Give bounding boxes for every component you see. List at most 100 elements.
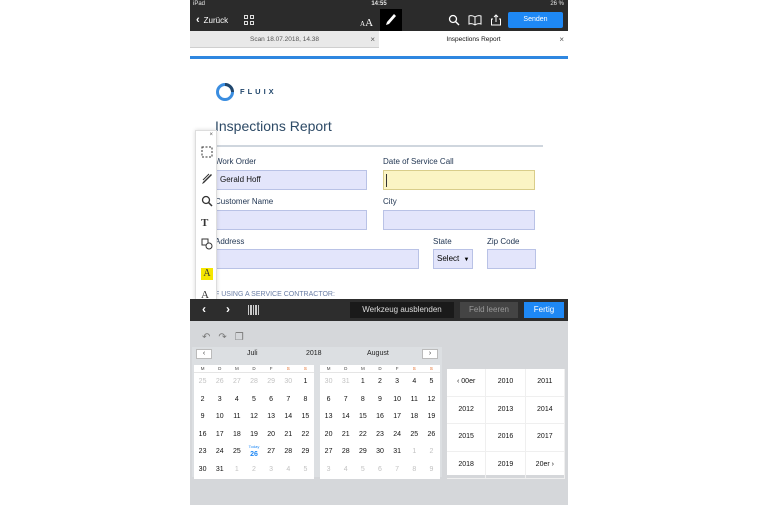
year-cell[interactable]: 2017 xyxy=(525,424,565,452)
day-cell-today[interactable]: Today 26 xyxy=(245,443,262,461)
day-cell[interactable]: 6 xyxy=(320,391,337,409)
day-cell[interactable]: 16 xyxy=(194,426,211,444)
day-cell[interactable]: 1 xyxy=(354,373,371,391)
text-size-button[interactable]: AA xyxy=(360,13,373,31)
day-cell[interactable]: 13 xyxy=(320,408,337,426)
city-field[interactable] xyxy=(383,210,535,230)
day-cell[interactable]: 18 xyxy=(406,408,423,426)
state-select[interactable]: Select ▼ xyxy=(433,249,473,269)
day-cell[interactable]: 8 xyxy=(297,391,314,409)
book-icon[interactable] xyxy=(468,14,482,26)
day-cell[interactable]: 29 xyxy=(354,443,371,461)
year-cell[interactable]: 2019 xyxy=(486,451,526,479)
day-cell[interactable]: 1 xyxy=(228,461,245,479)
day-cell[interactable]: 24 xyxy=(211,443,228,461)
day-cell[interactable]: 15 xyxy=(297,408,314,426)
day-cell[interactable]: 2 xyxy=(245,461,262,479)
barcode-icon[interactable] xyxy=(248,305,260,315)
tab-scan[interactable]: Scan 18.07.2018, 14.38 × xyxy=(190,31,379,48)
day-cell[interactable]: 2 xyxy=(423,443,440,461)
day-cell[interactable]: 25 xyxy=(194,373,211,391)
done-button[interactable]: Fertig xyxy=(524,302,564,318)
day-cell[interactable]: 15 xyxy=(354,408,371,426)
chevron-left-icon[interactable]: ‹ xyxy=(202,302,206,316)
day-cell[interactable]: 29 xyxy=(263,373,280,391)
highlight-icon[interactable]: A xyxy=(201,268,213,280)
day-cell[interactable]: 4 xyxy=(280,461,297,479)
day-cell[interactable]: 29 xyxy=(297,443,314,461)
close-icon[interactable]: × xyxy=(209,132,213,138)
day-cell[interactable]: 1 xyxy=(406,443,423,461)
day-cell[interactable]: 27 xyxy=(320,443,337,461)
select-rect-icon[interactable] xyxy=(201,146,213,158)
day-cell[interactable]: 19 xyxy=(245,426,262,444)
day-cell[interactable]: 9 xyxy=(194,408,211,426)
day-cell[interactable]: 14 xyxy=(280,408,297,426)
day-cell[interactable]: 30 xyxy=(320,373,337,391)
day-cell[interactable]: 28 xyxy=(245,373,262,391)
day-cell[interactable]: 12 xyxy=(423,391,440,409)
day-cell[interactable]: 4 xyxy=(406,373,423,391)
close-icon[interactable]: × xyxy=(370,31,375,48)
day-cell[interactable]: 31 xyxy=(211,461,228,479)
day-cell[interactable]: 27 xyxy=(263,443,280,461)
day-cell[interactable]: 9 xyxy=(423,461,440,479)
shapes-icon[interactable] xyxy=(201,238,213,250)
year-cell[interactable]: 2010 xyxy=(486,369,526,397)
day-cell[interactable]: 5 xyxy=(245,391,262,409)
clear-field-button[interactable]: Feld leeren xyxy=(460,302,518,318)
day-cell[interactable]: 18 xyxy=(228,426,245,444)
send-button[interactable]: Senden xyxy=(508,12,563,28)
back-button[interactable]: ‹ Zurück xyxy=(196,14,228,27)
day-cell[interactable]: 17 xyxy=(211,426,228,444)
day-cell[interactable]: 19 xyxy=(423,408,440,426)
day-cell[interactable]: 30 xyxy=(371,443,388,461)
day-cell[interactable]: 3 xyxy=(263,461,280,479)
day-cell[interactable]: 31 xyxy=(389,443,406,461)
day-cell[interactable]: 22 xyxy=(297,426,314,444)
day-cell[interactable]: 4 xyxy=(228,391,245,409)
day-cell[interactable]: 2 xyxy=(371,373,388,391)
day-cell[interactable]: 22 xyxy=(354,426,371,444)
day-cell[interactable]: 26 xyxy=(211,373,228,391)
year-cell[interactable]: 2015 xyxy=(447,424,487,452)
year-cell[interactable]: 2013 xyxy=(486,396,526,424)
day-cell[interactable]: 1 xyxy=(297,373,314,391)
customer-name-field[interactable] xyxy=(215,210,367,230)
day-cell[interactable]: 27 xyxy=(228,373,245,391)
year-cell[interactable]: ‹ 00er xyxy=(447,369,487,397)
day-cell[interactable]: 11 xyxy=(406,391,423,409)
day-cell[interactable]: 14 xyxy=(337,408,354,426)
magnifier-icon[interactable] xyxy=(201,195,213,207)
day-cell[interactable]: 28 xyxy=(280,443,297,461)
day-cell[interactable]: 26 xyxy=(423,426,440,444)
day-cell[interactable]: 20 xyxy=(263,426,280,444)
day-cell[interactable]: 28 xyxy=(337,443,354,461)
day-cell[interactable]: 30 xyxy=(194,461,211,479)
day-cell[interactable]: 23 xyxy=(194,443,211,461)
year-cell[interactable]: 2016 xyxy=(486,424,526,452)
undo-icon[interactable]: ↶ xyxy=(202,332,210,343)
day-cell[interactable]: 21 xyxy=(280,426,297,444)
paste-icon[interactable]: ❐ xyxy=(235,332,244,343)
day-cell[interactable]: 30 xyxy=(280,373,297,391)
tab-inspections-report[interactable]: Inspections Report × xyxy=(379,31,568,48)
search-icon[interactable] xyxy=(448,14,460,26)
day-cell[interactable]: 11 xyxy=(228,408,245,426)
date-of-service-field[interactable] xyxy=(383,170,535,190)
zip-code-field[interactable] xyxy=(487,249,536,269)
day-cell[interactable]: 8 xyxy=(354,391,371,409)
day-cell[interactable]: 4 xyxy=(337,461,354,479)
day-cell[interactable]: 24 xyxy=(389,426,406,444)
close-icon[interactable]: × xyxy=(559,31,564,48)
day-cell[interactable]: 31 xyxy=(337,373,354,391)
day-cell[interactable]: 7 xyxy=(280,391,297,409)
hide-tool-button[interactable]: Werkzeug ausblenden xyxy=(350,302,454,318)
day-cell[interactable]: 7 xyxy=(389,461,406,479)
day-cell[interactable]: 20 xyxy=(320,426,337,444)
work-order-field[interactable]: Gerald Hoff xyxy=(215,170,367,190)
share-icon[interactable] xyxy=(490,14,502,26)
next-month-button[interactable]: › xyxy=(422,349,438,359)
text-icon[interactable]: T xyxy=(201,217,213,229)
day-cell[interactable]: 3 xyxy=(320,461,337,479)
